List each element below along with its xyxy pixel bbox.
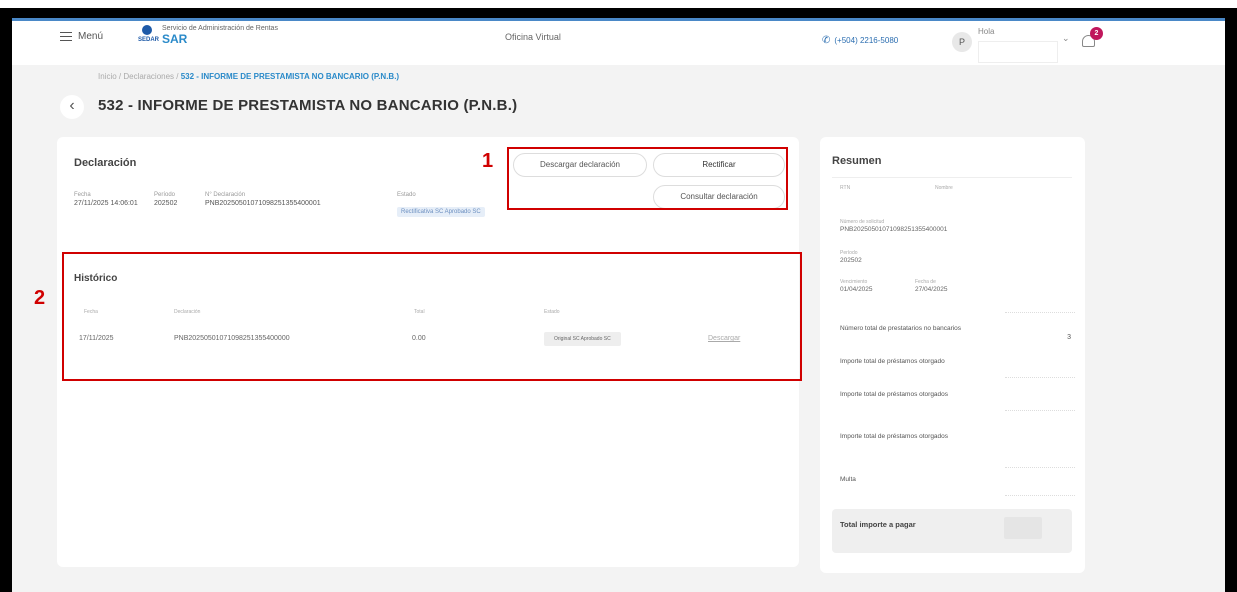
sar-logo[interactable]: SEDAR Servicio de Administración de Rent… xyxy=(138,25,278,49)
total-label: Total importe a pagar xyxy=(840,520,916,529)
annotation-box-1 xyxy=(507,147,788,210)
resumen-row-importe-3: Importe total de préstamos otorgados xyxy=(840,433,949,440)
field-numero-declaracion: N° Declaración PNB2025050107109825135540… xyxy=(205,192,321,207)
resumen-row-importe-1: Importe total de préstamos otorgado xyxy=(840,358,945,365)
divider xyxy=(1005,467,1075,468)
page-title: 532 - INFORME DE PRESTAMISTA NO BANCARIO… xyxy=(98,97,518,114)
divider xyxy=(1005,312,1075,313)
breadcrumb-prefix[interactable]: Inicio / Declaraciones / xyxy=(98,72,181,81)
logo-subtitle: Servicio de Administración de Rentas xyxy=(162,25,278,32)
hamburger-icon xyxy=(60,32,72,41)
chevron-down-icon[interactable]: ⌄ xyxy=(1062,33,1070,44)
resumen-row-importe-2: Importe total de préstamos otorgados xyxy=(840,391,949,398)
annotation-box-2 xyxy=(62,252,802,381)
declaracion-title: Declaración xyxy=(74,157,137,169)
resumen-row-multa: Multa xyxy=(840,476,856,483)
menu-label: Menú xyxy=(78,31,104,42)
total-value xyxy=(1004,517,1042,539)
divider xyxy=(1005,410,1075,411)
app-header: Menú SEDAR Servicio de Administración de… xyxy=(12,21,1225,65)
divider xyxy=(1005,495,1075,496)
resumen-rtn: RTN xyxy=(840,185,851,191)
phone-number: (+504) 2216-5080 xyxy=(834,36,899,45)
field-periodo: Período 202502 xyxy=(154,192,178,207)
total-box: Total importe a pagar xyxy=(832,509,1072,553)
breadcrumb: Inicio / Declaraciones / 532 - INFORME D… xyxy=(98,72,399,81)
resumen-value-prestatarios: 3 xyxy=(1067,334,1071,341)
phone-link[interactable]: ✆ (+504) 2216-5080 xyxy=(822,35,898,46)
annotation-number-2: 2 xyxy=(34,287,46,309)
logo-mark-icon: SEDAR xyxy=(138,25,159,49)
chevron-left-icon: ‹ xyxy=(69,97,75,114)
phone-icon: ✆ xyxy=(822,35,831,46)
resumen-numero: Número de solicitud PNB20250501071098251… xyxy=(840,219,948,233)
divider xyxy=(832,177,1072,178)
resumen-periodo: Período 202502 xyxy=(840,250,862,264)
resumen-fecha: Fecha de 27/04/2025 xyxy=(915,279,948,293)
resumen-vencimiento: Vencimiento 01/04/2025 xyxy=(840,279,873,293)
avatar[interactable]: P xyxy=(952,32,972,52)
field-estado: Estado Rectificativa SC Aprobado SC xyxy=(397,192,485,218)
resumen-row-prestatarios: Número total de prestatarios no bancario… xyxy=(840,325,962,332)
user-name-field xyxy=(978,41,1058,63)
resumen-nombre: Nombre xyxy=(935,185,953,191)
notification-bell-icon[interactable]: 2 xyxy=(1082,27,1103,49)
resumen-title: Resumen xyxy=(832,155,882,167)
back-button[interactable]: ‹ xyxy=(60,95,84,119)
breadcrumb-current: 532 - INFORME DE PRESTAMISTA NO BANCARIO… xyxy=(180,72,400,81)
resumen-card: Resumen RTN Nombre Número de solicitud P… xyxy=(820,137,1085,573)
logo-title: SAR xyxy=(162,32,188,46)
menu-button[interactable]: Menú xyxy=(60,31,103,42)
notification-badge: 2 xyxy=(1090,27,1103,40)
status-badge: Rectificativa SC Aprobado SC xyxy=(397,207,485,217)
field-fecha: Fecha 27/11/2025 14:06:01 xyxy=(74,192,138,207)
user-greeting: Hola xyxy=(978,27,995,36)
divider xyxy=(1005,377,1075,378)
oficina-virtual-label: Oficina Virtual xyxy=(505,32,561,42)
annotation-number-1: 1 xyxy=(482,150,494,172)
